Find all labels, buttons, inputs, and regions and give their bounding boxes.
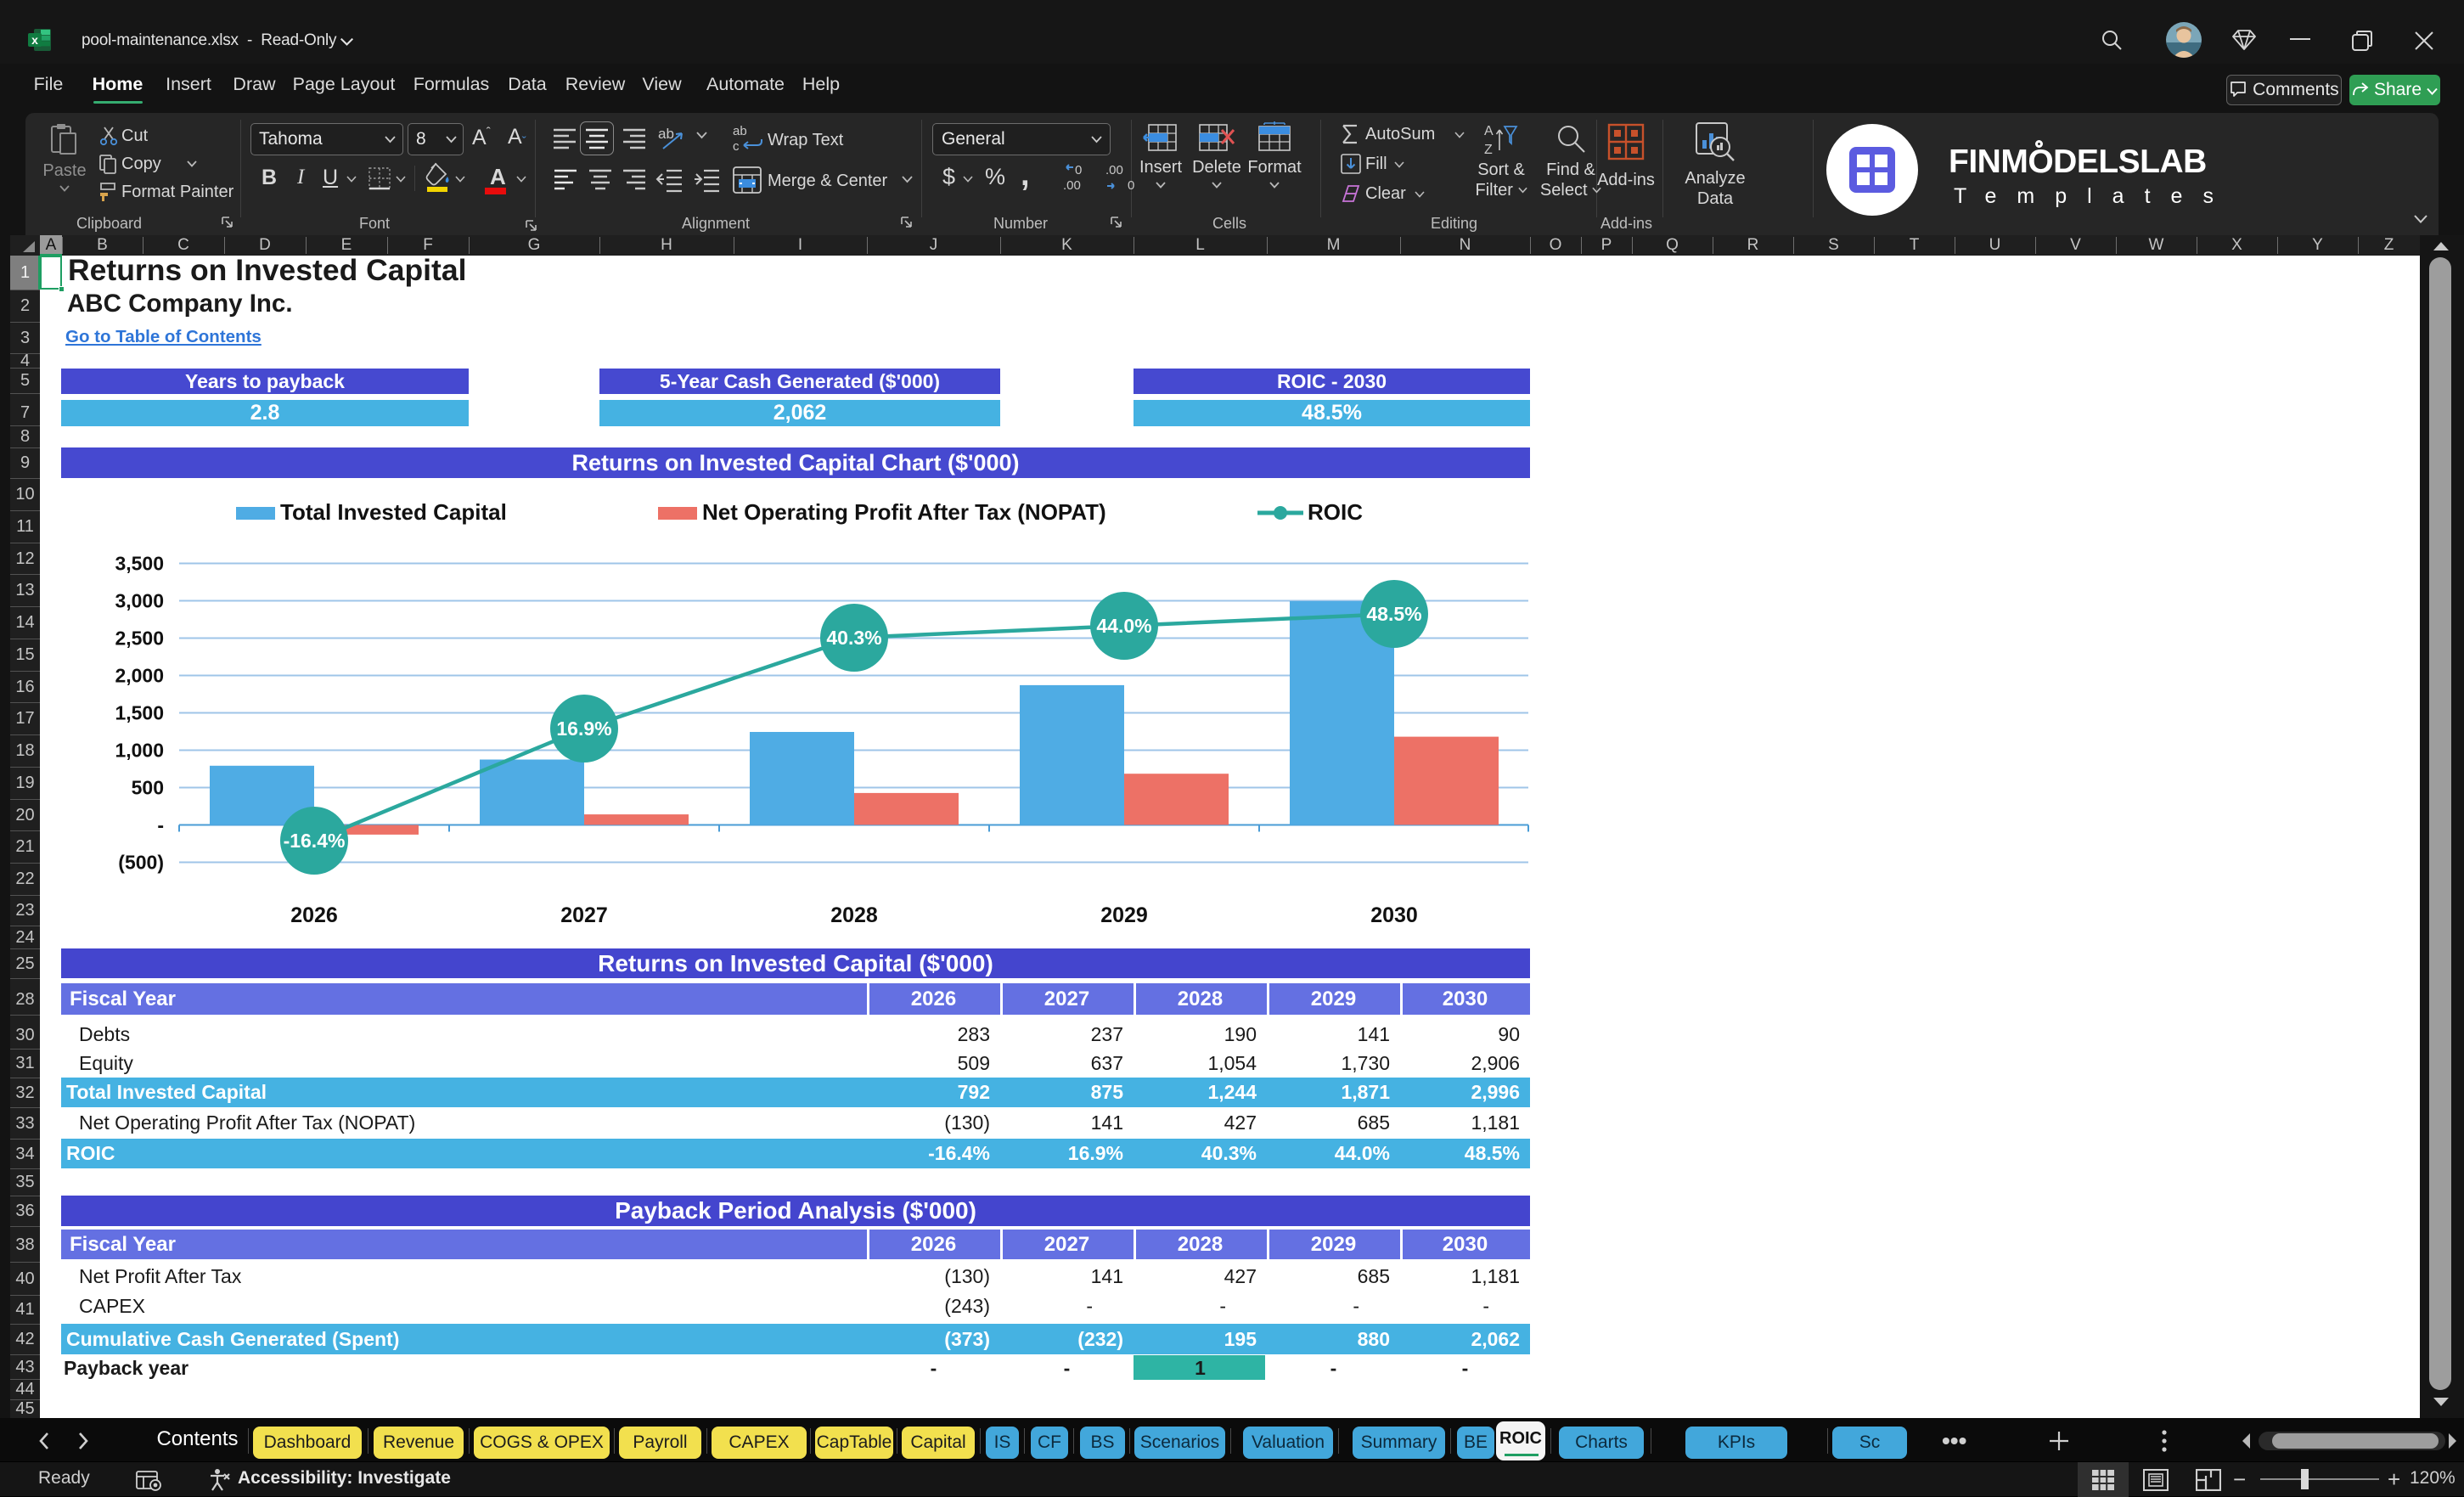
svg-text:.00: .00 xyxy=(1105,163,1123,177)
svg-text:-: - xyxy=(157,814,164,836)
svg-text:Total Invested Capital: Total Invested Capital xyxy=(280,499,507,525)
svg-text:c: c xyxy=(733,139,740,154)
svg-text:3,000: 3,000 xyxy=(115,590,164,612)
svg-text:2,500: 2,500 xyxy=(115,628,164,650)
svg-text:2,000: 2,000 xyxy=(115,665,164,687)
svg-text:(500): (500) xyxy=(118,852,164,874)
svg-text:A: A xyxy=(1484,124,1494,138)
svg-text:1,500: 1,500 xyxy=(115,702,164,724)
svg-text:-16.4%: -16.4% xyxy=(284,830,346,852)
svg-text:2027: 2027 xyxy=(560,903,608,927)
svg-text:Net Operating Profit After Tax: Net Operating Profit After Tax (NOPAT) xyxy=(702,499,1106,525)
svg-text:2026: 2026 xyxy=(290,903,338,927)
svg-text:2028: 2028 xyxy=(830,903,878,927)
svg-text:.00: .00 xyxy=(1063,178,1081,193)
svg-text:Z: Z xyxy=(1484,143,1493,155)
svg-text:48.5%: 48.5% xyxy=(1366,603,1421,625)
svg-text:2030: 2030 xyxy=(1370,903,1418,927)
svg-text:ab: ab xyxy=(733,124,747,138)
svg-text:44.0%: 44.0% xyxy=(1096,615,1151,637)
svg-text:1,000: 1,000 xyxy=(115,740,164,762)
svg-text:500: 500 xyxy=(132,777,164,799)
svg-text:40.3%: 40.3% xyxy=(826,627,881,649)
svg-text:16.9%: 16.9% xyxy=(556,718,611,740)
svg-text:0: 0 xyxy=(1075,163,1082,177)
svg-text:ab: ab xyxy=(658,126,674,142)
svg-text:x: x xyxy=(31,33,38,47)
svg-text:ROIC: ROIC xyxy=(1308,499,1363,525)
svg-text:3,500: 3,500 xyxy=(115,553,164,575)
svg-text:2029: 2029 xyxy=(1100,903,1148,927)
